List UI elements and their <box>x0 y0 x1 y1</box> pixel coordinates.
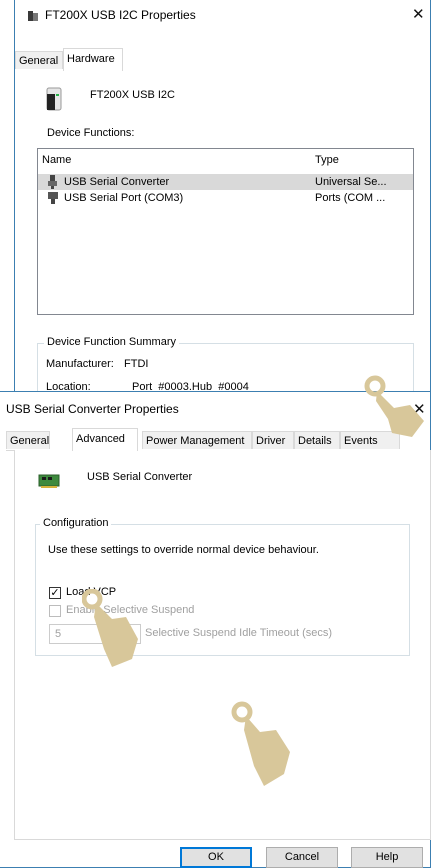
tab-advanced[interactable]: Advanced <box>72 428 138 451</box>
list-item-name: USB Serial Port (COM3) <box>64 192 184 204</box>
timeout-label: Selective Suspend Idle Timeout (secs) <box>145 627 333 639</box>
tab-hardware[interactable]: Hardware <box>63 48 123 71</box>
column-header-name[interactable]: Name <box>42 154 71 166</box>
list-item-type: Ports (COM ... <box>315 192 386 204</box>
back-device-name: FT200X USB I2C <box>90 89 175 101</box>
back-window-title: FT200X USB I2C Properties <box>45 8 196 22</box>
device-functions-label: Device Functions: <box>47 127 135 139</box>
tab-power-management[interactable]: Power Management <box>142 431 252 449</box>
tab-details[interactable]: Details <box>294 431 340 449</box>
manufacturer-label: Manufacturer: <box>46 358 114 370</box>
manufacturer-value: FTDI <box>124 358 149 370</box>
configuration-description: Use these settings to override normal de… <box>48 544 319 556</box>
configuration-legend: Configuration <box>40 517 112 529</box>
back-title-bar[interactable]: FT200X USB I2C Properties ✕ <box>15 0 430 30</box>
ok-button[interactable]: OK <box>180 847 252 868</box>
load-vcp-checkbox[interactable]: ✓ <box>49 587 61 599</box>
front-properties-window: USB Serial Converter Properties ✕ Genera… <box>0 391 431 868</box>
help-button[interactable]: Help <box>351 847 423 868</box>
back-tab-strip: General Hardware <box>15 48 430 71</box>
timeout-value: 5 <box>55 628 62 640</box>
tab-driver[interactable]: Driver <box>252 431 294 449</box>
circuit-board-icon <box>38 473 60 492</box>
tap-hand-icon <box>82 589 138 667</box>
front-window-title: USB Serial Converter Properties <box>6 402 179 416</box>
tab-general[interactable]: General <box>15 51 63 69</box>
tap-hand-icon <box>364 375 424 437</box>
usb-drive-icon <box>45 86 63 115</box>
front-tab-panel: USB Serial Converter Configuration Use t… <box>14 450 431 840</box>
list-item-name: USB Serial Converter <box>64 176 170 188</box>
list-item-type: Universal Se... <box>315 176 387 188</box>
device-functions-list[interactable]: Name Type USB Serial Converter Universal… <box>37 148 414 315</box>
usb-device-icon <box>27 10 39 25</box>
selective-suspend-checkbox[interactable] <box>49 605 61 617</box>
tab-general[interactable]: General <box>6 431 50 449</box>
front-device-name: USB Serial Converter <box>87 471 193 483</box>
summary-legend: Device Function Summary <box>44 336 179 348</box>
close-icon[interactable]: ✕ <box>412 5 425 23</box>
tap-hand-icon <box>231 701 290 786</box>
list-item[interactable]: USB Serial Converter Universal Se... <box>38 174 413 190</box>
back-properties-window: FT200X USB I2C Properties ✕ General Hard… <box>14 0 431 403</box>
cancel-button[interactable]: Cancel <box>266 847 338 868</box>
list-item[interactable]: USB Serial Port (COM3) Ports (COM ... <box>38 190 413 206</box>
serial-port-icon <box>47 191 59 210</box>
back-tab-panel: FT200X USB I2C Device Functions: Name Ty… <box>15 70 430 403</box>
column-header-type[interactable]: Type <box>315 154 339 166</box>
